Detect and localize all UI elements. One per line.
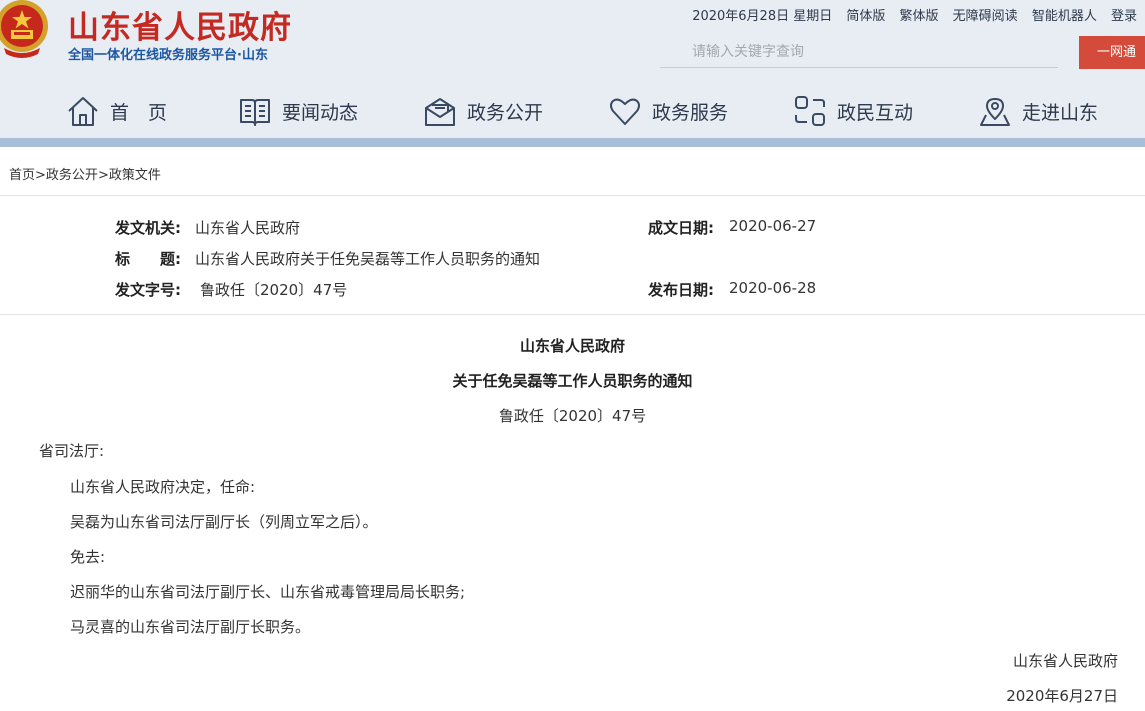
heart-icon bbox=[610, 98, 640, 125]
breadcrumb-policy-docs[interactable]: 政策文件 bbox=[109, 168, 161, 183]
portal-button[interactable]: 一网通 bbox=[1079, 36, 1145, 69]
link-accessibility[interactable]: 无障碍阅读 bbox=[953, 9, 1018, 24]
site-header: 山东省人民政府 全国一体化在线政务服务平台·山东 2020年6月28日 星期日 … bbox=[0, 0, 1145, 138]
mail-icon bbox=[425, 98, 455, 126]
document-signature: 山东省人民政府 bbox=[1012, 652, 1118, 670]
document-date: 2020年6月27日 bbox=[1006, 687, 1118, 705]
nav-item-about-shandong[interactable]: 走进山东 bbox=[978, 86, 1098, 136]
nav-item-gov-services[interactable]: 政务服务 bbox=[608, 86, 728, 136]
site-subtitle[interactable]: 全国一体化在线政务服务平台·山东 bbox=[68, 44, 268, 63]
nav-label: 政民互动 bbox=[837, 101, 914, 124]
breadcrumb-gov-affairs[interactable]: 政务公开 bbox=[46, 168, 98, 183]
breadcrumb: 首页>政务公开>政策文件 bbox=[9, 168, 161, 183]
issuer-value: 山东省人民政府 bbox=[195, 219, 301, 237]
national-emblem-icon bbox=[0, 0, 48, 58]
current-date: 2020年6月28日 星期日 bbox=[692, 9, 833, 24]
document-paragraph: 山东省人民政府决定，任命: bbox=[70, 478, 256, 496]
document-paragraph: 迟丽华的山东省司法厅副厅长、山东省戒毒管理局局长职务; bbox=[70, 583, 466, 601]
nav-label: 要闻动态 bbox=[282, 101, 359, 124]
title-label: 标 题: bbox=[115, 250, 181, 268]
nav-label: 政务公开 bbox=[467, 101, 544, 124]
document-number: 鲁政任〔2020〕47号 bbox=[498, 407, 647, 425]
nav-label: 政务服务 bbox=[652, 101, 729, 124]
header-divider-strip bbox=[0, 138, 1145, 147]
interaction-icon bbox=[795, 96, 825, 126]
publish-date-value: 2020-06-28 bbox=[729, 279, 817, 297]
search-input[interactable] bbox=[660, 38, 1058, 66]
link-simplified[interactable]: 简体版 bbox=[846, 9, 885, 24]
nav-label: 走进山东 bbox=[1022, 101, 1099, 124]
site-title[interactable]: 山东省人民政府 bbox=[68, 2, 292, 47]
publish-date-label: 发布日期: bbox=[648, 281, 714, 299]
top-links: 2020年6月28日 星期日 简体版 繁体版 无障碍阅读 智能机器人 登录 bbox=[692, 5, 1137, 24]
nav-item-interaction[interactable]: 政民互动 bbox=[793, 86, 913, 136]
link-login[interactable]: 登录 bbox=[1111, 9, 1137, 24]
link-robot[interactable]: 智能机器人 bbox=[1032, 9, 1097, 24]
title-value: 山东省人民政府关于任免吴磊等工作人员职务的通知 bbox=[195, 250, 541, 268]
document-recipient: 省司法厅: bbox=[39, 442, 105, 460]
document-paragraph: 免去: bbox=[70, 548, 106, 566]
docno-value: 鲁政任〔2020〕47号 bbox=[200, 281, 348, 299]
document-paragraph: 吴磊为山东省司法厅副厅长（列周立军之后）。 bbox=[70, 513, 378, 531]
issuer-label: 发文机关: bbox=[115, 219, 181, 237]
book-icon bbox=[240, 99, 270, 126]
nav-item-home[interactable]: 首 页 bbox=[66, 86, 167, 136]
document-title: 关于任免吴磊等工作人员职务的通知 bbox=[452, 372, 693, 390]
written-date-label: 成文日期: bbox=[648, 219, 714, 237]
document-paragraph: 马灵喜的山东省司法厅副厅长职务。 bbox=[70, 618, 311, 636]
nav-item-gov-affairs[interactable]: 政务公开 bbox=[423, 86, 543, 136]
document-org: 山东省人民政府 bbox=[519, 337, 625, 355]
link-traditional[interactable]: 繁体版 bbox=[900, 9, 939, 24]
search-box bbox=[660, 38, 1058, 68]
nav-item-news[interactable]: 要闻动态 bbox=[238, 86, 358, 136]
home-icon bbox=[68, 97, 98, 126]
divider bbox=[0, 314, 1145, 315]
docno-label: 发文字号: bbox=[115, 281, 181, 299]
written-date-value: 2020-06-27 bbox=[729, 217, 817, 235]
breadcrumb-home[interactable]: 首页 bbox=[9, 168, 35, 183]
location-icon bbox=[980, 98, 1010, 126]
nav-label: 首 页 bbox=[110, 101, 168, 124]
divider bbox=[0, 195, 1145, 196]
main-nav: 首 页 要闻动态 政务公开 政务服务 政民互动 走进山东 bbox=[0, 86, 1145, 136]
